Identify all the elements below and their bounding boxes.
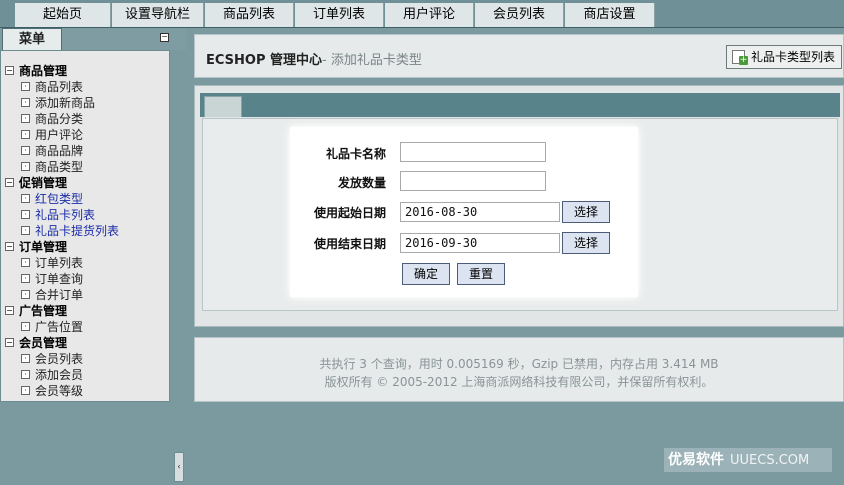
submit-button[interactable]: 确定 bbox=[402, 263, 450, 285]
menu-item-comments[interactable]: · 用户评论 bbox=[21, 126, 83, 143]
menu-item-goods-type[interactable]: · 商品类型 bbox=[21, 158, 83, 175]
menu-group-orders[interactable]: − 订单管理 bbox=[5, 238, 67, 255]
nav-tab-goods-list[interactable]: 商品列表 bbox=[205, 3, 294, 27]
minus-box-icon: − bbox=[5, 242, 14, 251]
start-date-label: 使用起始日期 bbox=[313, 206, 386, 220]
end-date-choose-button[interactable]: 选择 bbox=[562, 232, 610, 254]
reset-button[interactable]: 重置 bbox=[457, 263, 505, 285]
page-title: ECSHOP 管理中心- 添加礼品卡类型 bbox=[206, 53, 422, 68]
watermark-logo: 优易软件 UUECS.COM bbox=[664, 448, 832, 472]
menu-group-ads[interactable]: − 广告管理 bbox=[5, 302, 67, 319]
menu-item-merge-orders[interactable]: · 合并订单 bbox=[21, 286, 83, 303]
menu-item-brand[interactable]: · 商品品牌 bbox=[21, 142, 83, 159]
menu-item-goods-list[interactable]: · 商品列表 bbox=[21, 78, 83, 95]
item-box-icon: · bbox=[21, 98, 30, 107]
item-box-icon: · bbox=[21, 162, 30, 171]
menu-tab[interactable]: 菜单 bbox=[2, 28, 62, 50]
menu-group-promotion[interactable]: − 促销管理 bbox=[5, 174, 67, 191]
menu-item-gift-card-pickup[interactable]: · 礼品卡提货列表 bbox=[21, 222, 119, 239]
menu-item-member-rank[interactable]: · 会员等级 bbox=[21, 382, 83, 399]
menu-item-bonus-type[interactable]: · 红包类型 bbox=[21, 190, 83, 207]
item-box-icon: · bbox=[21, 354, 30, 363]
top-nav: 起始页 设置导航栏 商品列表 订单列表 用户评论 会员列表 商店设置 bbox=[0, 0, 844, 28]
footer-copyright: 版权所有 © 2005-2012 上海商派网络科技有限公司，并保留所有权利。 bbox=[324, 375, 714, 389]
item-box-icon: · bbox=[21, 146, 30, 155]
item-box-icon: · bbox=[21, 226, 30, 235]
nav-tab-member-list[interactable]: 会员列表 bbox=[475, 3, 564, 27]
item-box-icon: · bbox=[21, 130, 30, 139]
add-document-icon bbox=[732, 50, 748, 65]
end-date-field[interactable]: 2016-09-30 bbox=[400, 233, 560, 253]
menu-item-order-list[interactable]: · 订单列表 bbox=[21, 254, 83, 271]
menu-group-members[interactable]: − 会员管理 bbox=[5, 334, 67, 351]
item-box-icon: · bbox=[21, 290, 30, 299]
end-date-label: 使用结束日期 bbox=[313, 237, 386, 251]
panel-tab-bar bbox=[200, 93, 840, 117]
minus-box-icon: − bbox=[5, 338, 14, 347]
sidebar-menu: − 商品管理 · 商品列表 · 添加新商品 · 商品分类 · 用户评论 · 商品品牌 · 商品… bbox=[0, 50, 170, 402]
count-field[interactable] bbox=[400, 171, 546, 191]
item-box-icon: · bbox=[21, 82, 30, 91]
nav-tab-comments[interactable]: 用户评论 bbox=[385, 3, 474, 27]
item-box-icon: · bbox=[21, 274, 30, 283]
page-footer: 共执行 3 个查询，用时 0.005169 秒，Gzip 已禁用，内存占用 3.… bbox=[194, 337, 844, 402]
menu-item-add-member[interactable]: · 添加会员 bbox=[21, 366, 83, 383]
item-box-icon: · bbox=[21, 114, 30, 123]
panel-tab[interactable] bbox=[204, 96, 242, 117]
nav-tab-order-list[interactable]: 订单列表 bbox=[295, 3, 384, 27]
count-label: 发放数量 bbox=[337, 176, 386, 190]
footer-stats: 共执行 3 个查询，用时 0.005169 秒，Gzip 已禁用，内存占用 3.… bbox=[319, 357, 719, 371]
menu-group-goods[interactable]: − 商品管理 bbox=[5, 62, 67, 79]
sidebar-header: 菜单 − bbox=[0, 28, 186, 50]
start-date-field[interactable]: 2016-08-30 bbox=[400, 202, 560, 222]
nav-tab-shop-settings[interactable]: 商店设置 bbox=[565, 3, 655, 27]
name-label: 礼品卡名称 bbox=[325, 147, 386, 161]
sidebar-collapse-handle[interactable]: ‹ bbox=[174, 452, 184, 482]
menu-item-add-goods[interactable]: · 添加新商品 bbox=[21, 94, 95, 111]
minus-box-icon: − bbox=[5, 178, 14, 187]
menu-item-order-query[interactable]: · 订单查询 bbox=[21, 270, 83, 287]
item-box-icon: · bbox=[21, 322, 30, 331]
item-box-icon: · bbox=[21, 386, 30, 395]
menu-item-member-list[interactable]: · 会员列表 bbox=[21, 350, 83, 367]
minus-box-icon: − bbox=[5, 66, 14, 75]
minus-box-icon: − bbox=[5, 306, 14, 315]
start-date-choose-button[interactable]: 选择 bbox=[562, 201, 610, 223]
name-field[interactable] bbox=[400, 142, 546, 162]
nav-tab-home[interactable]: 起始页 bbox=[15, 3, 111, 27]
menu-item-goods-category[interactable]: · 商品分类 bbox=[21, 110, 83, 127]
item-box-icon: · bbox=[21, 258, 30, 267]
page-subtitle: - 添加礼品卡类型 bbox=[322, 53, 422, 68]
menu-item-ad-position[interactable]: · 广告位置 bbox=[21, 318, 83, 335]
menu-item-gift-card-list[interactable]: · 礼品卡列表 bbox=[21, 206, 95, 223]
item-box-icon: · bbox=[21, 370, 30, 379]
gift-card-form: 礼品卡名称 发放数量 使用起始日期 2016-08-30 选择 使用结束日期 2… bbox=[290, 127, 638, 297]
collapse-all-icon[interactable]: − bbox=[160, 33, 169, 42]
nav-tab-nav-settings[interactable]: 设置导航栏 bbox=[112, 3, 204, 27]
item-box-icon: · bbox=[21, 210, 30, 219]
page-header: ECSHOP 管理中心- 添加礼品卡类型 礼品卡类型列表 bbox=[194, 34, 844, 78]
item-box-icon: · bbox=[21, 194, 30, 203]
gift-card-type-list-button[interactable]: 礼品卡类型列表 bbox=[726, 45, 842, 69]
